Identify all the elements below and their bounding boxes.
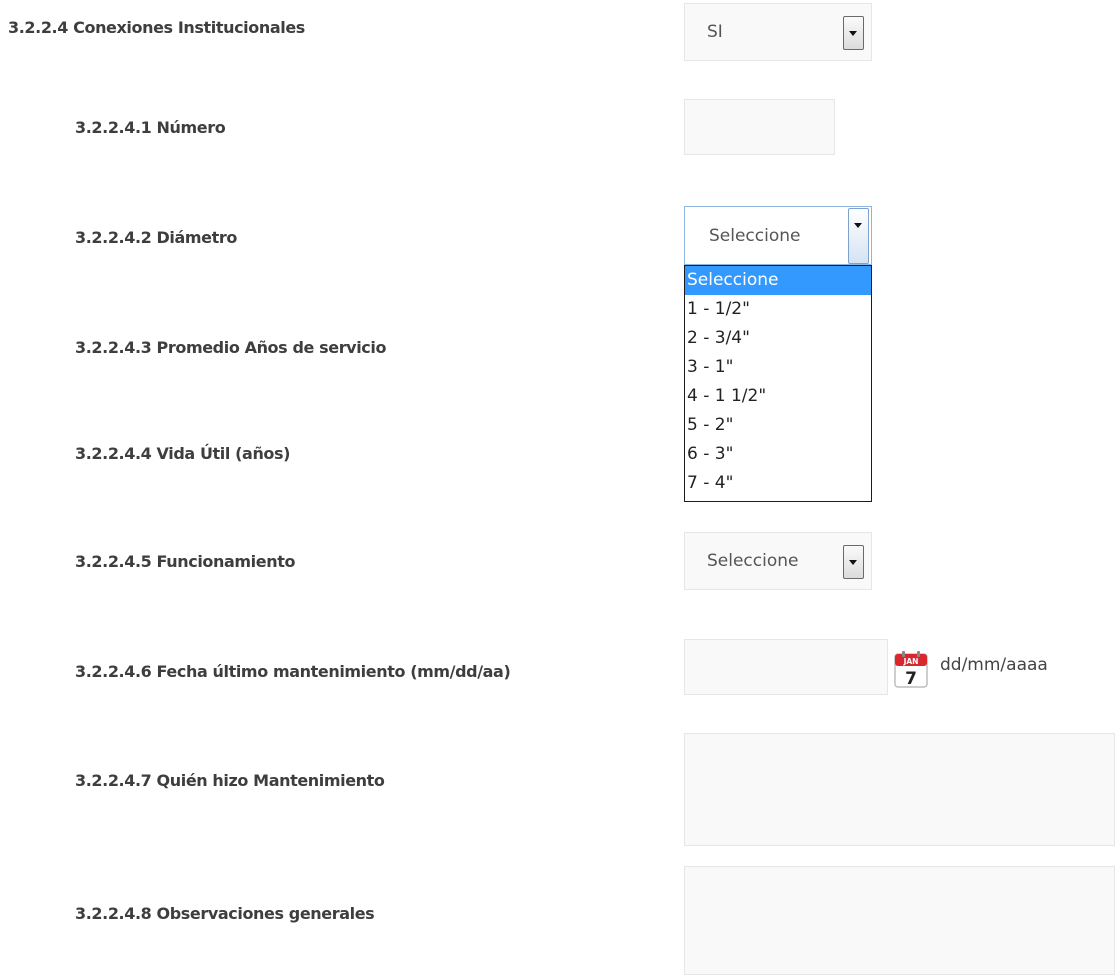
dropdown-option[interactable]: 2 - 3/4"	[685, 324, 871, 353]
fecha-label: 3.2.2.4.6 Fecha último mantenimiento (mm…	[75, 662, 511, 681]
chevron-down-icon[interactable]	[848, 208, 869, 264]
quien-label: 3.2.2.4.7 Quién hizo Mantenimiento	[75, 771, 385, 790]
funcionamiento-select[interactable]: Seleccione	[684, 532, 872, 590]
numero-input[interactable]	[684, 99, 835, 155]
quien-textarea[interactable]	[684, 733, 1115, 846]
date-format-hint: dd/mm/aaaa	[940, 655, 1048, 675]
promedio-label: 3.2.2.4.3 Promedio Años de servicio	[75, 338, 387, 357]
dropdown-option[interactable]: 3 - 1"	[685, 353, 871, 382]
chevron-down-icon[interactable]	[843, 16, 864, 50]
numero-label: 3.2.2.4.1 Número	[75, 118, 226, 137]
funcionamiento-select-value: Seleccione	[707, 551, 799, 571]
diametro-select-value: Seleccione	[709, 225, 801, 246]
dropdown-option[interactable]: 6 - 3"	[685, 440, 871, 469]
dropdown-option[interactable]: 1 - 1/2"	[685, 295, 871, 324]
conexiones-select[interactable]: SI	[684, 3, 872, 61]
vida-util-label: 3.2.2.4.4 Vida Útil (años)	[75, 444, 291, 463]
diametro-dropdown-list[interactable]: Seleccione 1 - 1/2" 2 - 3/4" 3 - 1" 4 - …	[684, 265, 872, 502]
calendar-month: JAN	[903, 657, 919, 666]
diametro-label: 3.2.2.4.2 Diámetro	[75, 228, 237, 247]
chevron-down-icon[interactable]	[843, 545, 864, 579]
observaciones-label: 3.2.2.4.8 Observaciones generales	[75, 904, 375, 923]
section-title: 3.2.2.4 Conexiones Institucionales	[8, 18, 305, 37]
diametro-select[interactable]: Seleccione	[684, 206, 872, 265]
dropdown-option[interactable]: 4 - 1 1/2"	[685, 382, 871, 411]
dropdown-option[interactable]: Seleccione	[685, 266, 871, 295]
calendar-icon[interactable]: JAN 7	[893, 650, 929, 688]
conexiones-select-value: SI	[707, 22, 723, 42]
calendar-day: 7	[905, 669, 917, 688]
funcionamiento-label: 3.2.2.4.5 Funcionamiento	[75, 552, 296, 571]
observaciones-textarea[interactable]	[684, 866, 1115, 975]
fecha-input[interactable]	[684, 639, 888, 695]
dropdown-option[interactable]: 7 - 4"	[685, 469, 871, 498]
dropdown-option[interactable]: 5 - 2"	[685, 411, 871, 440]
